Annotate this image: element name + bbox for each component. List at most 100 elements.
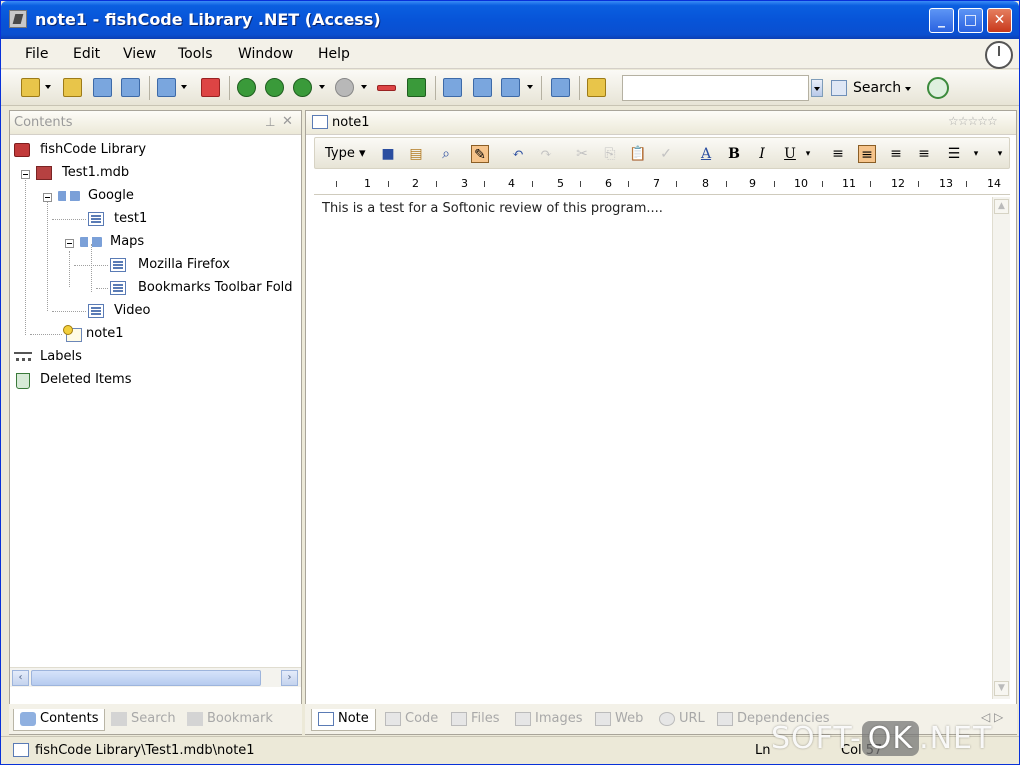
tree-item-deleted[interactable]: Deleted Items — [14, 372, 131, 389]
tree-item-firefox[interactable]: Mozilla Firefox — [110, 257, 230, 272]
cut-icon[interactable]: ✂ — [573, 145, 591, 163]
rating-stars-icon[interactable]: ☆☆☆☆☆ — [948, 114, 998, 128]
expand-icon[interactable] — [407, 78, 426, 97]
search-options-icon[interactable] — [905, 87, 911, 91]
align-right-icon[interactable]: ≡ — [915, 145, 933, 163]
document-tab[interactable]: note1 ☆☆☆☆☆ — [306, 111, 1016, 135]
scroll-left-icon[interactable]: ‹ — [12, 670, 29, 686]
redo-icon[interactable]: ↷ — [537, 145, 555, 163]
paste-icon[interactable]: 📋 — [629, 145, 647, 163]
navigate-dropdown-icon[interactable] — [319, 85, 325, 89]
italic-icon[interactable]: I — [753, 145, 771, 163]
folder-icon[interactable] — [63, 78, 82, 97]
align-center-icon[interactable]: ≡ — [887, 145, 905, 163]
export-icon[interactable] — [473, 78, 492, 97]
type-dropdown[interactable]: Type ▾ — [325, 146, 366, 161]
title-bar[interactable]: note1 - fishCode Library .NET (Access) _… — [1, 1, 1019, 39]
menu-window[interactable]: Window — [238, 46, 293, 62]
tree-item-google[interactable]: Google — [58, 188, 134, 203]
undo-icon[interactable]: ↶ — [509, 145, 527, 163]
properties-icon[interactable]: ▤ — [407, 145, 425, 163]
forward-icon[interactable] — [265, 78, 284, 97]
stop-icon[interactable] — [335, 78, 354, 97]
window-icon[interactable] — [157, 78, 176, 97]
search-icon[interactable] — [831, 80, 847, 96]
tab-url[interactable]: URL — [655, 709, 709, 731]
search-input[interactable] — [622, 75, 809, 101]
tab-web[interactable]: Web — [591, 709, 647, 731]
save-icon[interactable]: ■ — [379, 145, 397, 163]
menu-tools[interactable]: Tools — [178, 46, 213, 62]
toolbar-overflow-icon[interactable]: ▾ — [991, 145, 1009, 163]
print-icon[interactable] — [501, 78, 520, 97]
new-note-icon[interactable] — [93, 78, 112, 97]
app-icon[interactable] — [9, 10, 27, 28]
print-dropdown-icon[interactable] — [527, 85, 533, 89]
tree-item-labels[interactable]: Labels — [14, 349, 82, 364]
tab-contents[interactable]: Contents — [13, 709, 106, 731]
tree-item-test1[interactable]: test1 — [88, 211, 147, 226]
tab-note[interactable]: Note — [311, 709, 376, 731]
tree-item-bookmarks[interactable]: Bookmarks Toolbar Fold — [110, 280, 293, 295]
underline-icon[interactable]: U — [781, 145, 799, 163]
navigate-icon[interactable] — [293, 78, 312, 97]
expander-google-icon[interactable] — [43, 193, 52, 202]
tree-item-note1[interactable]: note1 — [63, 325, 124, 342]
align-left-icon[interactable]: ≡ — [858, 145, 876, 163]
tab-code[interactable]: Code — [381, 709, 442, 731]
clock-icon[interactable] — [985, 41, 1013, 69]
menu-edit[interactable]: Edit — [73, 46, 100, 62]
tree-item-db[interactable]: Test1.mdb — [36, 165, 129, 180]
expander-maps-icon[interactable] — [65, 239, 74, 248]
stop-dropdown-icon[interactable] — [361, 85, 367, 89]
tree-item-root[interactable]: fishCode Library — [14, 142, 146, 157]
justify-icon[interactable]: ≡ — [829, 145, 847, 163]
tab-files[interactable]: Files — [447, 709, 504, 731]
font-icon[interactable]: A — [697, 145, 715, 163]
search-button[interactable]: Search — [853, 80, 901, 96]
hierarchy-icon[interactable] — [443, 78, 462, 97]
note-content[interactable]: This is a test for a Softonic review of … — [322, 201, 663, 216]
fullscreen-icon[interactable] — [551, 78, 570, 97]
editor-vertical-scrollbar[interactable]: ▲ ▼ — [992, 197, 1010, 699]
delete-icon[interactable] — [201, 78, 220, 97]
menu-help[interactable]: Help — [318, 46, 350, 62]
scroll-right-icon[interactable]: › — [281, 670, 298, 686]
edit-mode-icon[interactable]: ✎ — [471, 145, 489, 163]
tools-icon[interactable] — [587, 78, 606, 97]
spellcheck-icon[interactable]: ✓ — [657, 145, 675, 163]
underline-dropdown-icon[interactable]: ▾ — [799, 145, 817, 163]
minimize-button[interactable]: _ — [929, 8, 954, 33]
pin-icon[interactable]: ⊥ — [265, 115, 275, 129]
maximize-button[interactable]: □ — [958, 8, 983, 33]
copy-icon[interactable]: ⎘ — [601, 145, 619, 163]
note-editor[interactable]: This is a test for a Softonic review of … — [314, 197, 992, 695]
open-dropdown-icon[interactable] — [45, 85, 51, 89]
close-panel-icon[interactable]: ✕ — [282, 114, 293, 129]
bullets-icon[interactable]: ☰ — [945, 145, 963, 163]
tree-horizontal-scrollbar[interactable]: ‹ › — [10, 667, 301, 687]
tree-item-maps[interactable]: Maps — [80, 234, 144, 249]
expander-db-icon[interactable] — [21, 170, 30, 179]
tab-search[interactable]: Search — [107, 709, 180, 731]
bold-icon[interactable]: B — [725, 145, 743, 163]
tree-item-video[interactable]: Video — [88, 303, 150, 318]
search-dropdown-icon[interactable] — [811, 79, 823, 97]
sync-icon[interactable] — [121, 78, 140, 97]
scroll-up-icon[interactable]: ▲ — [994, 199, 1009, 214]
refresh-icon[interactable] — [927, 77, 949, 99]
ruler[interactable]: 1 2 3 4 5 6 7 8 9 10 11 12 13 14 — [314, 173, 1010, 195]
scroll-thumb[interactable] — [31, 670, 261, 686]
tab-images[interactable]: Images — [511, 709, 587, 731]
menu-file[interactable]: File — [25, 46, 48, 62]
tab-bookmark[interactable]: Bookmark — [183, 709, 277, 731]
back-icon[interactable] — [237, 78, 256, 97]
open-icon[interactable] — [21, 78, 40, 97]
window-dropdown-icon[interactable] — [181, 85, 187, 89]
close-button[interactable]: ✕ — [987, 8, 1012, 33]
menu-view[interactable]: View — [123, 46, 156, 62]
collapse-icon[interactable] — [377, 85, 396, 91]
bullets-dropdown-icon[interactable]: ▾ — [967, 145, 985, 163]
find-icon[interactable]: ⌕ — [437, 145, 455, 163]
scroll-down-icon[interactable]: ▼ — [994, 681, 1009, 696]
